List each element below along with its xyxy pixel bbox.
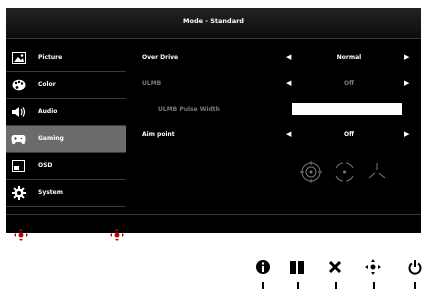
setting-ulmb-pulse-width: ULMB Pulse Width xyxy=(142,103,412,120)
setting-ulmb: ULMB ◀ Off ▶ xyxy=(142,79,412,94)
button-marker xyxy=(414,282,416,289)
setting-label: Over Drive xyxy=(142,54,179,61)
joystick-move-icon xyxy=(14,229,28,243)
speaker-icon xyxy=(11,105,26,119)
arrow-left-icon[interactable]: ◀ xyxy=(286,79,291,87)
setting-label: ULMB Pulse Width xyxy=(158,106,220,113)
menu-label: Gaming xyxy=(38,135,64,142)
setting-over-drive[interactable]: Over Drive ◀ Normal ▶ xyxy=(142,53,412,68)
navigate-joystick-icon[interactable] xyxy=(363,259,383,275)
menu-item-picture[interactable]: Picture xyxy=(6,45,126,72)
button-marker xyxy=(262,282,264,289)
arrow-right-icon[interactable]: ▶ xyxy=(404,79,409,87)
setting-aim-point[interactable]: Aim point ◀ Off ▶ xyxy=(142,130,412,145)
menu-item-audio[interactable]: Audio xyxy=(6,99,126,126)
menu-item-color[interactable]: Color xyxy=(6,72,126,99)
menu-item-gaming[interactable]: Gaming xyxy=(6,126,126,153)
gear-icon xyxy=(11,186,26,200)
setting-label: Aim point xyxy=(142,131,175,138)
arrow-right-icon[interactable]: ▶ xyxy=(404,53,409,61)
info-icon[interactable] xyxy=(253,259,273,275)
aim-point-1-icon xyxy=(300,161,322,183)
picture-icon xyxy=(11,51,26,65)
arrow-right-icon[interactable]: ▶ xyxy=(404,130,409,138)
hint-label: Enter xyxy=(125,233,139,239)
hint-label: Move xyxy=(30,233,44,239)
mode-title: Mode - Standard xyxy=(183,17,244,25)
side-menu: Picture Color Audio Gaming OSD System xyxy=(6,45,126,207)
aim-point-3-icon xyxy=(368,163,386,179)
setting-label: ULMB xyxy=(142,80,162,87)
aim-point-2-icon xyxy=(335,162,354,182)
menu-label: OSD xyxy=(38,162,53,169)
arrow-left-icon[interactable]: ◀ xyxy=(286,53,291,61)
setting-value: Off xyxy=(344,80,354,87)
button-marker xyxy=(373,282,375,289)
joystick-enter-icon xyxy=(110,229,124,243)
palette-icon xyxy=(11,78,26,92)
pulse-width-slider[interactable] xyxy=(292,103,402,115)
arrow-left-icon[interactable]: ◀ xyxy=(286,130,291,138)
osd-menu: Mode - Standard Picture Color Audio Gami… xyxy=(6,8,421,233)
power-icon[interactable] xyxy=(405,259,425,275)
menu-label: Color xyxy=(38,81,56,88)
button-marker xyxy=(297,282,299,289)
gamepad-icon xyxy=(11,132,26,146)
osd-window-icon xyxy=(11,159,26,173)
hint-enter: Enter xyxy=(110,229,138,243)
divider xyxy=(6,214,421,215)
setting-value: Normal xyxy=(336,54,362,61)
menu-label: Picture xyxy=(38,54,63,61)
setting-value: Off xyxy=(344,131,354,138)
button-marker xyxy=(335,282,337,289)
hint-move: Move xyxy=(14,229,43,243)
split-screen-icon[interactable] xyxy=(287,259,307,275)
close-icon[interactable] xyxy=(325,259,345,275)
menu-label: System xyxy=(38,189,63,196)
title-bar: Mode - Standard xyxy=(6,8,421,39)
menu-label: Audio xyxy=(38,108,58,115)
menu-item-system[interactable]: System xyxy=(6,180,126,207)
menu-item-osd[interactable]: OSD xyxy=(6,153,126,180)
aim-point-options xyxy=(299,159,389,189)
